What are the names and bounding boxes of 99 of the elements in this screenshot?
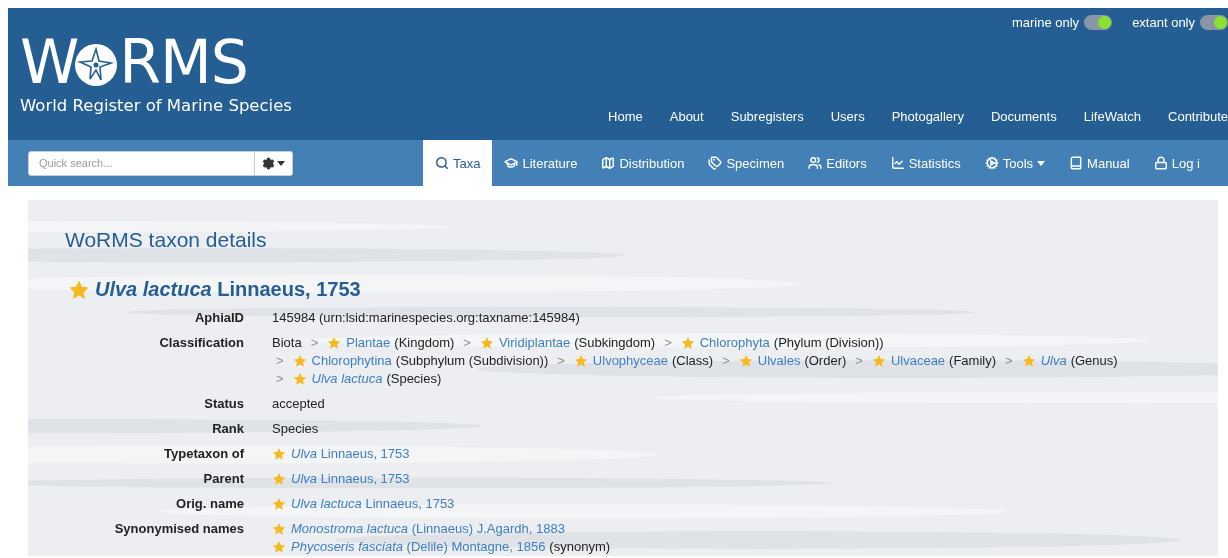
graduation-cap-icon <box>504 156 519 170</box>
field-label: AphiaID <box>193 310 244 326</box>
star-icon <box>292 354 307 368</box>
taxon-link[interactable]: Ulva lactuca <box>311 371 383 387</box>
nav-tab[interactable]: Specimen <box>696 140 797 186</box>
taxon-link[interactable]: Ulvophyceae <box>592 353 668 369</box>
map-icon <box>601 156 616 170</box>
taxon-title: Ulva lactuca Linnaeus, 1753 <box>95 278 361 301</box>
star-icon <box>272 447 286 461</box>
taxon-link[interactable]: Ulva Linnaeus, 1753 <box>291 446 410 462</box>
users-icon <box>808 156 823 170</box>
menu-link[interactable]: About <box>656 109 718 140</box>
detail-value: accepted <box>272 396 326 412</box>
page-title: WoRMS taxon details <box>65 228 267 252</box>
breadcrumb-separator: > <box>1005 353 1013 369</box>
nav-tab[interactable]: Distribution <box>589 140 697 186</box>
nav-tab[interactable]: Log i <box>1141 140 1212 186</box>
star-icon <box>68 278 90 301</box>
rank-label: (Genus) <box>1070 353 1118 369</box>
star-icon <box>327 336 342 350</box>
breadcrumb-separator: > <box>310 335 319 351</box>
taxon-link[interactable]: Ulvaceae <box>890 353 946 369</box>
breadcrumb-separator: > <box>276 371 284 387</box>
star-icon <box>680 336 695 350</box>
rank-label: (Order) <box>804 353 847 369</box>
gear-icon <box>262 156 275 170</box>
book-icon <box>1069 156 1084 170</box>
logo-text: W <box>20 30 79 94</box>
field-label: Rank <box>211 421 244 437</box>
logo-text: RMS <box>119 30 248 94</box>
lock-icon <box>1153 156 1168 170</box>
star-icon <box>871 354 886 368</box>
quick-search-field[interactable]: Quick search... <box>28 150 255 176</box>
rank-label: (Kingdom) <box>394 335 455 351</box>
breadcrumb-separator: > <box>276 353 284 369</box>
taxon-link[interactable]: Plantae <box>346 335 391 351</box>
toggle-switch[interactable] <box>1200 15 1228 30</box>
field-label: Classification <box>158 335 244 352</box>
breadcrumb-separator: > <box>664 335 672 351</box>
rank-label: (Subphylum (Subdivision)) <box>395 353 549 369</box>
rank-label: (Species) <box>386 371 442 387</box>
caret-icon <box>277 160 285 166</box>
nav-tab[interactable]: Manual <box>1057 140 1142 186</box>
taxon-link[interactable]: Viridiplantae <box>498 335 571 351</box>
taxon-note: (synonym) <box>549 539 611 555</box>
breadcrumb-separator: > <box>463 335 471 351</box>
taxon-link[interactable]: Ulva lactuca Linnaeus, 1753 <box>291 496 455 512</box>
menu-link[interactable]: Photogallery <box>878 109 978 140</box>
line-chart-icon <box>890 156 905 170</box>
taxon-link[interactable]: Ulva <box>1040 353 1067 369</box>
star-icon <box>573 354 588 368</box>
taxon-link[interactable]: Monostroma lactuca (Linnaeus) J.Agardh, 1883 <box>291 521 565 537</box>
menu-link[interactable]: Contribute <box>1154 109 1228 140</box>
rank-label: (Class) <box>672 353 714 369</box>
field-label: Parent <box>202 471 244 487</box>
field-label: Synonymised names <box>113 521 244 538</box>
toggle-switch[interactable] <box>1084 15 1113 30</box>
star-icon <box>738 354 753 368</box>
nav-tab[interactable]: Tools <box>972 140 1058 186</box>
breadcrumb-separator: > <box>557 353 565 369</box>
taxon-link[interactable]: Phycoseris fasciata (Delile) Montagne, 1856 <box>291 539 546 555</box>
logo-tagline: World Register of Marine Species <box>20 96 292 115</box>
menu-link[interactable]: Users <box>817 109 879 140</box>
star-icon <box>272 472 286 486</box>
field-label: Typetaxon of <box>163 446 244 462</box>
menu-link[interactable]: LifeWatch <box>1070 109 1155 140</box>
menu-link[interactable]: Subregisters <box>717 109 818 140</box>
menu-link[interactable]: Documents <box>977 109 1071 140</box>
search-icon <box>435 156 449 170</box>
menu-link[interactable]: Home <box>594 109 657 140</box>
toggle-label: marine only <box>1011 15 1080 30</box>
taxon-link[interactable]: Ulvales <box>757 353 801 369</box>
field-label: Orig. name <box>175 496 244 512</box>
nav-tab[interactable]: Literature <box>492 140 590 186</box>
nav-tab[interactable]: Taxa <box>423 140 493 186</box>
breadcrumb-separator: > <box>855 353 863 369</box>
taxon-name: Biota <box>272 335 302 351</box>
detail-value: Species <box>272 421 320 437</box>
detail-value: 145984 (urn:lsid:marinespecies.org:taxname:145984) <box>272 310 581 326</box>
star-icon <box>1021 354 1036 368</box>
star-icon <box>272 522 286 536</box>
field-label: Status <box>203 396 244 412</box>
toggle-label: extant only <box>1132 15 1195 30</box>
star-icon <box>272 497 286 511</box>
star-icon <box>479 336 494 350</box>
rank-label: (Subkingdom) <box>574 335 656 351</box>
taxon-link[interactable]: Chlorophytina <box>311 353 392 369</box>
taxon-link[interactable]: Chlorophyta <box>699 335 770 351</box>
gears-icon <box>984 156 999 170</box>
search-options-button[interactable] <box>255 150 293 176</box>
taxon-link[interactable]: Ulva Linnaeus, 1753 <box>291 471 410 487</box>
nav-tab[interactable]: Statistics <box>878 140 973 186</box>
star-icon <box>292 372 307 386</box>
rank-label: (Family) <box>949 353 997 369</box>
tags-icon <box>708 156 723 170</box>
nav-tab[interactable]: Editors <box>796 140 879 186</box>
breadcrumb-separator: > <box>722 353 730 369</box>
rank-label: (Phylum (Division)) <box>773 335 884 351</box>
star-icon <box>272 540 286 554</box>
